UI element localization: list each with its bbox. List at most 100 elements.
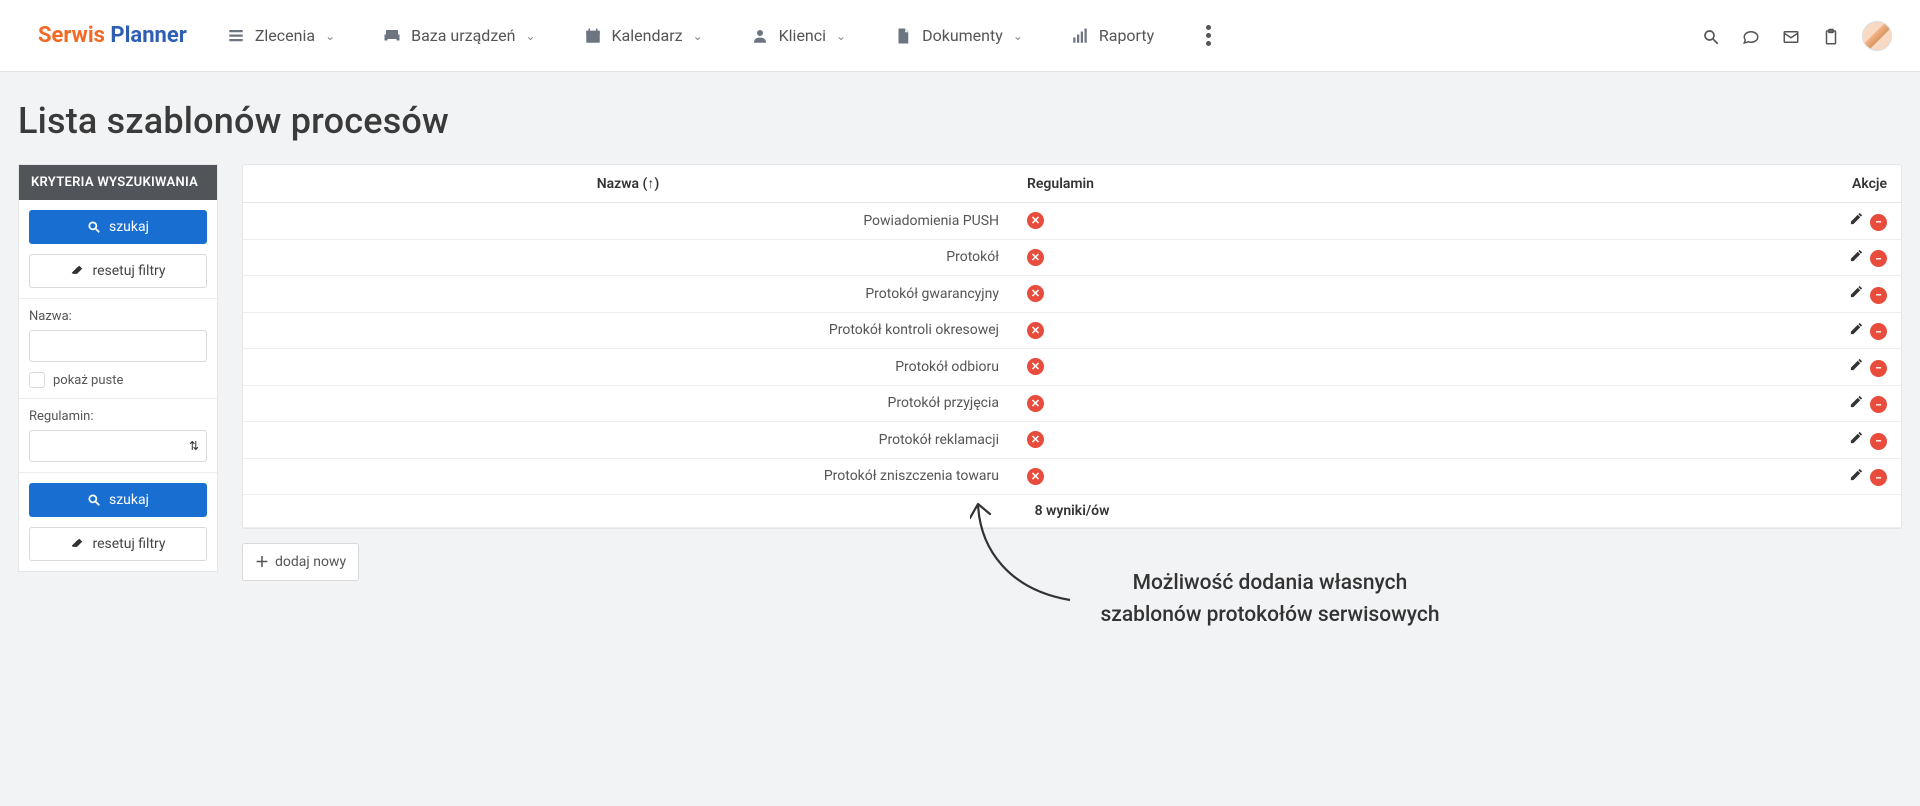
- col-name-header[interactable]: Nazwa (↑): [243, 165, 1013, 203]
- nav-label: Zlecenia: [255, 26, 315, 45]
- table-row: Powiadomienia PUSH✕−: [243, 203, 1901, 240]
- add-new-label: dodaj nowy: [275, 554, 346, 570]
- search-icon: [87, 493, 101, 507]
- document-icon: [894, 25, 912, 46]
- row-name: Protokół przyjęcia: [243, 385, 1013, 422]
- row-name: Protokół gwarancyjny: [243, 276, 1013, 313]
- delete-icon[interactable]: −: [1870, 360, 1887, 377]
- chevron-down-icon: ⌄: [525, 29, 535, 43]
- table-row: Protokół odbioru ✕ −: [243, 349, 1901, 386]
- table-row: Protokół gwarancyjny ✕ −: [243, 276, 1901, 313]
- x-circle-icon: ✕: [1027, 249, 1044, 266]
- chevron-down-icon: ⌄: [1013, 29, 1023, 43]
- filter-regulation-block: Regulamin: ⇅: [19, 399, 217, 473]
- sidebar-actions-bottom: szukaj resetuj filtry: [19, 473, 217, 571]
- search-button-bottom[interactable]: szukaj: [29, 483, 207, 517]
- x-circle-icon: ✕: [1027, 395, 1044, 412]
- edit-icon[interactable]: [1849, 212, 1864, 230]
- nav-kalendarz[interactable]: Kalendarz ⌄: [584, 25, 703, 46]
- col-regulation-header[interactable]: Regulamin: [1013, 165, 1821, 203]
- eraser-icon: [70, 264, 84, 278]
- row-regulation: ✕: [1013, 385, 1821, 422]
- nav-zlecenia[interactable]: Zlecenia ⌄: [227, 25, 335, 46]
- edit-icon[interactable]: [1849, 322, 1864, 340]
- more-menu-icon[interactable]: [1202, 21, 1215, 50]
- search-button[interactable]: szukaj: [29, 210, 207, 244]
- row-actions: −: [1821, 203, 1901, 240]
- chevron-down-icon: ⌄: [693, 29, 703, 43]
- row-regulation: ✕: [1013, 203, 1821, 240]
- delete-icon[interactable]: −: [1870, 469, 1887, 486]
- eraser-icon: [70, 537, 84, 551]
- avatar[interactable]: [1862, 21, 1892, 51]
- nav-raporty[interactable]: Raporty: [1071, 25, 1154, 46]
- search-button-label: szukaj: [109, 492, 149, 508]
- calendar-icon: [584, 25, 602, 46]
- add-new-button[interactable]: ＋ dodaj nowy: [242, 543, 359, 581]
- nav-label: Kalendarz: [612, 26, 683, 45]
- name-field-label: Nazwa:: [29, 309, 207, 324]
- reset-filters-button[interactable]: resetuj filtry: [29, 254, 207, 288]
- sidebar-actions-top: szukaj resetuj filtry: [19, 200, 217, 299]
- show-empty-checkbox-row[interactable]: pokaż puste: [29, 372, 207, 388]
- clipboard-icon[interactable]: [1822, 24, 1840, 48]
- nav-label: Raporty: [1099, 26, 1154, 45]
- row-actions: −: [1821, 312, 1901, 349]
- nav-klienci[interactable]: Klienci ⌄: [751, 25, 846, 46]
- logo-part2: Planner: [110, 23, 186, 48]
- topbar: Serwis Planner Zlecenia ⌄ Baza urządzeń …: [0, 0, 1920, 72]
- search-icon[interactable]: [1702, 24, 1720, 48]
- row-actions: −: [1821, 276, 1901, 313]
- search-icon: [87, 220, 101, 234]
- reset-filters-button-bottom[interactable]: resetuj filtry: [29, 527, 207, 561]
- row-name: Protokół odbioru: [243, 349, 1013, 386]
- row-regulation: ✕: [1013, 276, 1821, 313]
- filter-sidebar: KRYTERIA WYSZUKIWANIA szukaj resetuj fil…: [18, 164, 218, 572]
- search-button-label: szukaj: [109, 219, 149, 235]
- main-content: Nazwa (↑) Regulamin Akcje Powiadomienia …: [242, 164, 1902, 581]
- name-input[interactable]: [29, 330, 207, 362]
- edit-icon[interactable]: [1849, 395, 1864, 413]
- nav-label: Klienci: [779, 26, 826, 45]
- row-regulation: ✕: [1013, 349, 1821, 386]
- delete-icon[interactable]: −: [1870, 433, 1887, 450]
- x-circle-icon: ✕: [1027, 358, 1044, 375]
- row-actions: −: [1821, 349, 1901, 386]
- chat-icon[interactable]: [1742, 24, 1760, 48]
- delete-icon[interactable]: −: [1870, 396, 1887, 413]
- reset-button-label: resetuj filtry: [92, 536, 165, 552]
- delete-icon[interactable]: −: [1870, 214, 1887, 231]
- row-actions: −: [1821, 458, 1901, 495]
- logo: Serwis Planner: [38, 23, 187, 48]
- table-row: Protokół zniszczenia towaru✕−: [243, 458, 1901, 495]
- row-name: Protokół kontroli okresowej: [243, 312, 1013, 349]
- edit-icon[interactable]: [1849, 285, 1864, 303]
- mail-icon[interactable]: [1782, 24, 1800, 48]
- x-circle-icon: ✕: [1027, 285, 1044, 302]
- edit-icon[interactable]: [1849, 249, 1864, 267]
- edit-icon[interactable]: [1849, 431, 1864, 449]
- x-circle-icon: ✕: [1027, 322, 1044, 339]
- nav-dokumenty[interactable]: Dokumenty ⌄: [894, 25, 1023, 46]
- summary-text: 8 wyniki/ów: [243, 495, 1901, 528]
- row-regulation: ✕: [1013, 422, 1821, 459]
- regulation-select[interactable]: [29, 430, 207, 462]
- chart-icon: [1071, 25, 1089, 46]
- table-row: Protokół reklamacji✕−: [243, 422, 1901, 459]
- page-title: Lista szablonów procesów: [18, 100, 1902, 142]
- edit-icon[interactable]: [1849, 358, 1864, 376]
- delete-icon[interactable]: −: [1870, 250, 1887, 267]
- col-actions-header: Akcje: [1821, 165, 1901, 203]
- summary-row: 8 wyniki/ów: [243, 495, 1901, 528]
- show-empty-label: pokaż puste: [53, 373, 123, 388]
- delete-icon[interactable]: −: [1870, 287, 1887, 304]
- edit-icon[interactable]: [1849, 468, 1864, 486]
- logo-part1: Serwis: [38, 23, 105, 48]
- nav-right: [1702, 21, 1892, 51]
- row-actions: −: [1821, 422, 1901, 459]
- checkbox-icon: [29, 372, 45, 388]
- table-row: Protokół kontroli okresowej ✕ −: [243, 312, 1901, 349]
- nav-baza-urzadzen[interactable]: Baza urządzeń ⌄: [383, 25, 535, 46]
- list-icon: [227, 25, 245, 46]
- delete-icon[interactable]: −: [1870, 323, 1887, 340]
